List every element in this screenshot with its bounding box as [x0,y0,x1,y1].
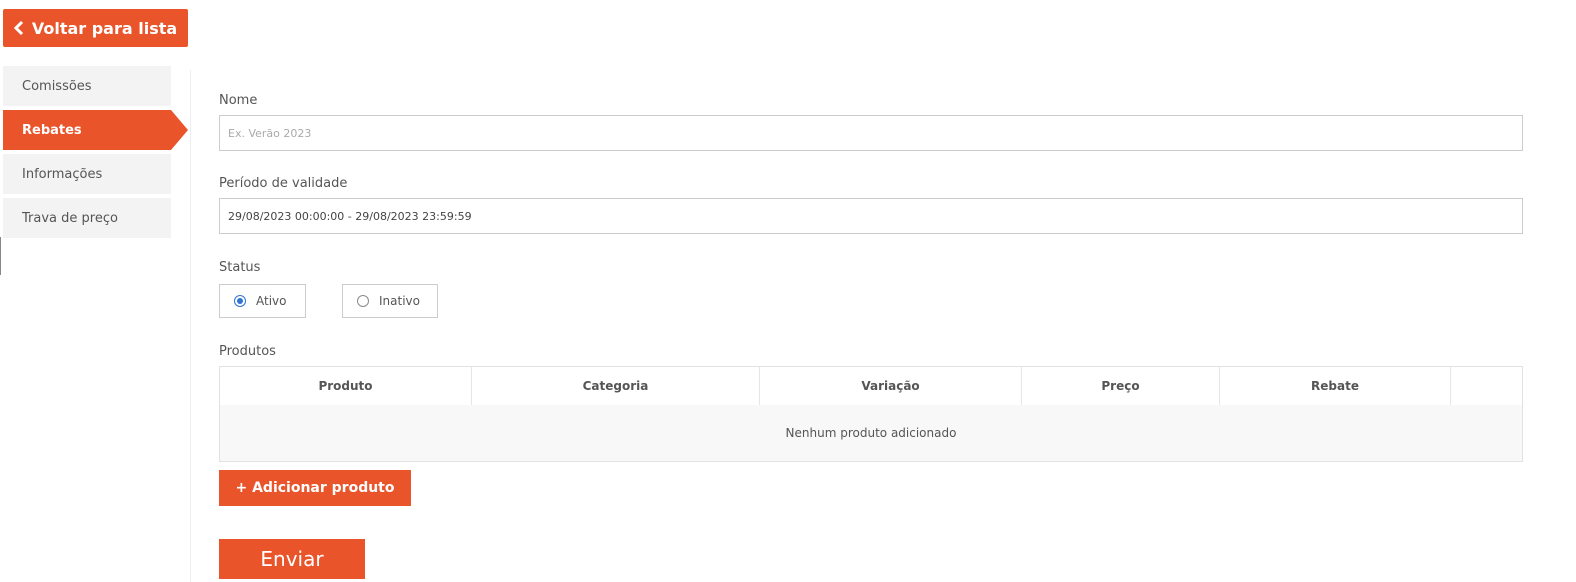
vertical-divider [190,70,191,582]
products-table-header: Produto Categoria Variação Preço Rebate [220,367,1522,405]
sidebar-item-label: Trava de preço [22,210,118,226]
submit-button[interactable]: Enviar [219,539,365,579]
column-header-variacao[interactable]: Variação [760,367,1022,405]
name-label: Nome [219,93,258,108]
sidebar-item-label: Rebates [22,122,82,138]
products-table: Produto Categoria Variação Preço Rebate … [219,366,1523,462]
sidebar-nav: Comissões Rebates Informações Trava de p… [3,66,188,242]
column-header-produto[interactable]: Produto [220,367,472,405]
status-option-inativo[interactable]: Inativo [342,284,438,318]
sidebar-item-label: Comissões [22,78,92,94]
status-option-label: Ativo [256,294,287,308]
products-label: Produtos [219,344,276,359]
chevron-left-icon [13,21,24,35]
status-option-ativo[interactable]: Ativo [219,284,306,318]
edge-marker [0,237,1,275]
radio-checked-icon [234,295,246,307]
table-empty-message: Nenhum produto adicionado [220,405,1522,461]
column-header-preco[interactable]: Preço [1022,367,1220,405]
sidebar-item-informacoes[interactable]: Informações [3,154,171,194]
column-header-actions [1451,367,1522,405]
status-label: Status [219,260,261,275]
period-label: Período de validade [219,176,348,191]
sidebar-item-rebates[interactable]: Rebates [3,110,188,150]
add-product-button[interactable]: + Adicionar produto [219,470,411,506]
sidebar-item-label: Informações [22,166,103,182]
back-to-list-button[interactable]: Voltar para lista [3,9,188,47]
column-header-rebate[interactable]: Rebate [1220,367,1451,405]
name-input[interactable] [219,115,1523,151]
sidebar-item-comissoes[interactable]: Comissões [3,66,171,106]
status-option-label: Inativo [379,294,420,308]
column-header-categoria[interactable]: Categoria [472,367,760,405]
sidebar-item-trava-de-preco[interactable]: Trava de preço [3,198,171,238]
back-to-list-label: Voltar para lista [31,18,178,38]
radio-unchecked-icon [357,295,369,307]
period-input[interactable] [219,198,1523,234]
